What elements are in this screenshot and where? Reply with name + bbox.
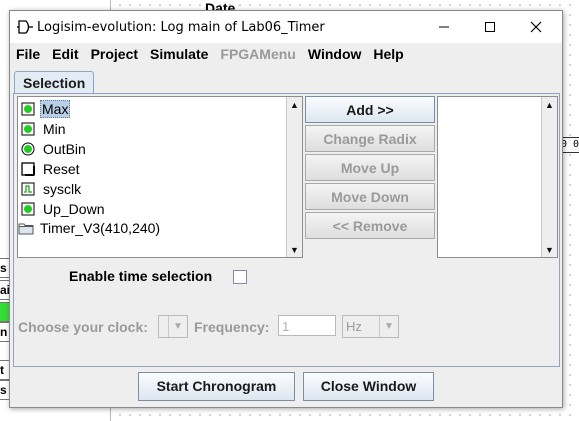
selection-panel: Max Min OutBin Reset sysclk Up_Down Time… xyxy=(13,93,560,367)
title-bar[interactable]: Logisim-evolution: Log main of Lab06_Tim… xyxy=(10,11,562,43)
remove-button[interactable]: << Remove xyxy=(305,212,435,239)
menu-project[interactable]: Project xyxy=(85,43,144,66)
list-item-label: Timer_V3(410,240) xyxy=(40,220,161,236)
minimize-button[interactable] xyxy=(421,11,467,43)
list-item-label: sysclk xyxy=(43,181,82,197)
frequency-label: Frequency: xyxy=(194,319,270,335)
close-icon xyxy=(530,21,542,33)
enable-time-selection-checkbox[interactable] xyxy=(233,270,247,284)
maximize-button[interactable] xyxy=(467,11,513,43)
folder-icon xyxy=(18,223,34,235)
pin-output-icon xyxy=(21,202,35,216)
frequency-unit-value: Hz xyxy=(346,319,362,334)
signal-list[interactable]: Max Min OutBin Reset sysclk Up_Down Time… xyxy=(17,96,303,258)
selected-list-scrollbar[interactable]: ▲ ▼ xyxy=(541,97,557,257)
frequency-input[interactable]: 1 xyxy=(278,315,336,336)
list-item[interactable]: Max xyxy=(18,99,71,119)
list-item-label: Min xyxy=(43,121,66,137)
change-radix-button[interactable]: Change Radix xyxy=(305,125,435,152)
pin-round-icon xyxy=(21,142,35,156)
frequency-unit-select[interactable]: Hz ▼ xyxy=(342,315,399,338)
menu-file[interactable]: File xyxy=(10,43,46,66)
clock-select[interactable]: ▼ xyxy=(158,315,188,338)
pin-output-icon xyxy=(21,102,35,116)
list-item[interactable]: Up_Down xyxy=(18,199,107,219)
chevron-down-icon: ▼ xyxy=(168,316,187,337)
list-item[interactable]: OutBin xyxy=(18,139,89,159)
tab-selection[interactable]: Selection xyxy=(14,71,95,94)
logisim-app-icon xyxy=(17,20,33,34)
list-item[interactable]: sysclk xyxy=(18,179,84,199)
menu-simulate[interactable]: Simulate xyxy=(144,43,214,66)
add-button[interactable]: Add >> xyxy=(305,96,435,123)
minimize-icon xyxy=(439,26,449,28)
list-item-label: OutBin xyxy=(43,141,86,157)
selected-signals-list[interactable]: ▲ ▼ xyxy=(437,96,558,258)
menu-fpgamenu[interactable]: FPGAMenu xyxy=(214,43,301,66)
start-chronogram-button[interactable]: Start Chronogram xyxy=(138,372,295,401)
chevron-down-icon: ▼ xyxy=(379,316,398,337)
move-up-button[interactable]: Move Up xyxy=(305,154,435,181)
list-item[interactable]: Min xyxy=(18,119,69,139)
clock-icon xyxy=(21,182,35,196)
log-window: Logisim-evolution: Log main of Lab06_Tim… xyxy=(9,10,563,408)
list-item-label: Reset xyxy=(43,161,80,177)
window-title: Logisim-evolution: Log main of Lab06_Tim… xyxy=(37,19,325,35)
scroll-down-arrow-icon[interactable]: ▼ xyxy=(542,242,557,257)
scroll-up-arrow-icon[interactable]: ▲ xyxy=(542,97,557,112)
enable-time-selection-label: Enable time selection xyxy=(69,268,213,284)
menu-help[interactable]: Help xyxy=(367,43,409,66)
list-item-label: Max xyxy=(40,100,71,118)
signal-list-scrollbar[interactable]: ▲ ▼ xyxy=(286,97,302,257)
close-button[interactable] xyxy=(513,11,559,43)
close-window-button[interactable]: Close Window xyxy=(303,372,434,401)
maximize-icon xyxy=(485,22,495,32)
move-down-button[interactable]: Move Down xyxy=(305,183,435,210)
menu-bar: File Edit Project Simulate FPGAMenu Wind… xyxy=(10,43,562,66)
list-item-label: Up_Down xyxy=(43,201,105,217)
menu-edit[interactable]: Edit xyxy=(46,43,84,66)
pin-output-icon xyxy=(21,122,35,136)
choose-clock-label: Choose your clock: xyxy=(18,319,148,335)
list-item[interactable]: Timer_V3(410,240) xyxy=(18,218,163,238)
scroll-up-arrow-icon[interactable]: ▲ xyxy=(287,97,302,112)
pin-input-icon xyxy=(21,162,35,176)
menu-window[interactable]: Window xyxy=(302,43,368,66)
scroll-down-arrow-icon[interactable]: ▼ xyxy=(287,242,302,257)
list-item[interactable]: Reset xyxy=(18,159,83,179)
